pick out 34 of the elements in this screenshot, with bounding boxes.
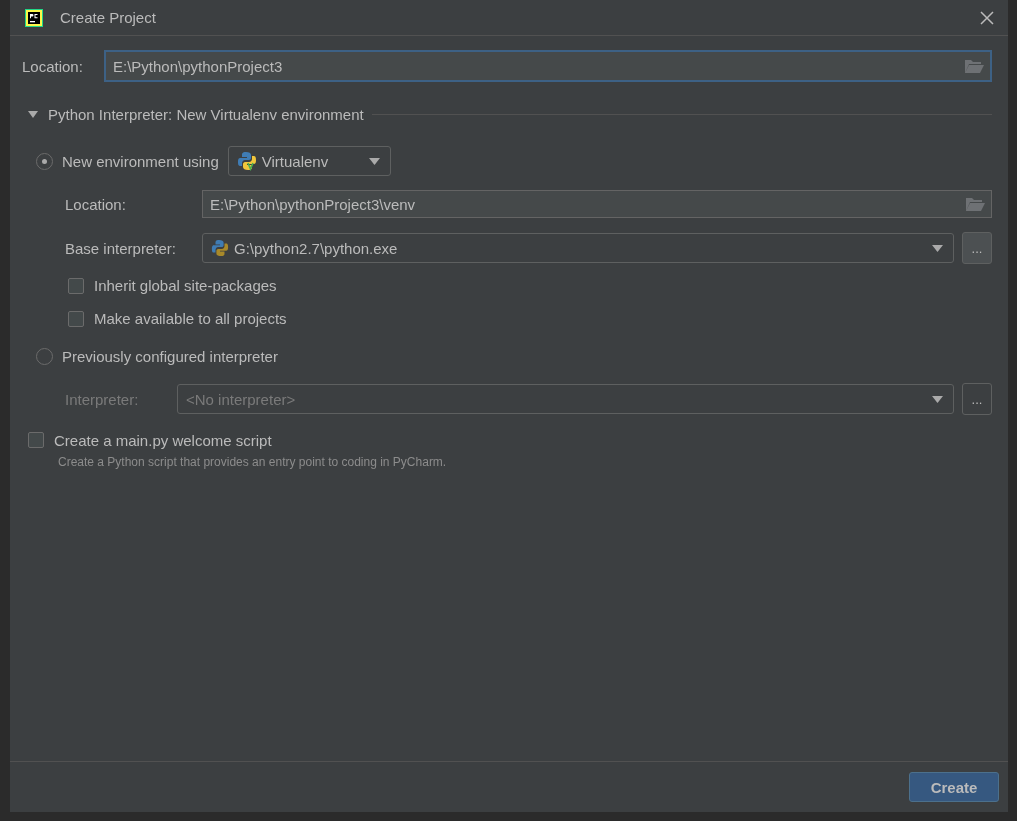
location-field[interactable]: E:\Python\pythonProject3	[104, 50, 992, 82]
checkbox-label[interactable]: Inherit global site-packages	[94, 277, 277, 294]
window-title: Create Project	[60, 9, 157, 26]
welcome-script-description: Create a Python script that provides an entry point to coding in PyCharm.	[58, 455, 448, 469]
interpreter-label: Interpreter:	[65, 390, 140, 408]
previous-interpreter-label[interactable]: Previously configured interpreter	[62, 347, 278, 365]
radio-button[interactable]	[36, 152, 53, 170]
new-environment-label[interactable]: New environment using	[62, 152, 219, 170]
location-label: Location:	[22, 57, 84, 75]
create-button[interactable]: Create	[909, 772, 999, 802]
checkbox[interactable]	[68, 310, 84, 327]
python-logo-icon	[211, 239, 229, 257]
collapse-triangle-icon[interactable]	[28, 110, 38, 118]
section-title: Python Interpreter: New Virtualenv environment	[48, 105, 364, 123]
venv-location-field[interactable]: E:\Python\pythonProject3\venv	[202, 190, 992, 218]
app-logo-icon	[25, 8, 43, 27]
checkbox-label[interactable]: Make available to all projects	[94, 310, 287, 327]
venv-location-label: Location:	[65, 195, 127, 213]
environment-dropdown[interactable]: Virtualenv	[227, 146, 391, 176]
base-interpreter-dropdown[interactable]: G:\python2.7\python.exe	[202, 233, 954, 263]
checkbox[interactable]	[68, 277, 84, 294]
caret-icon	[368, 157, 380, 165]
folder-icon[interactable]	[965, 196, 985, 212]
browse-button[interactable]: ...	[962, 383, 992, 415]
welcome-script-label[interactable]: Create a main.py welcome script	[54, 431, 272, 449]
close-icon[interactable]	[980, 10, 994, 25]
folder-icon[interactable]	[964, 58, 984, 74]
radio-button[interactable]	[36, 347, 53, 365]
checkbox[interactable]	[28, 432, 44, 448]
caret-icon	[932, 395, 943, 403]
python-logo-icon	[236, 151, 257, 171]
base-interpreter-label: Base interpreter:	[65, 239, 177, 257]
browse-button[interactable]: ...	[962, 232, 992, 264]
caret-icon	[932, 244, 943, 252]
